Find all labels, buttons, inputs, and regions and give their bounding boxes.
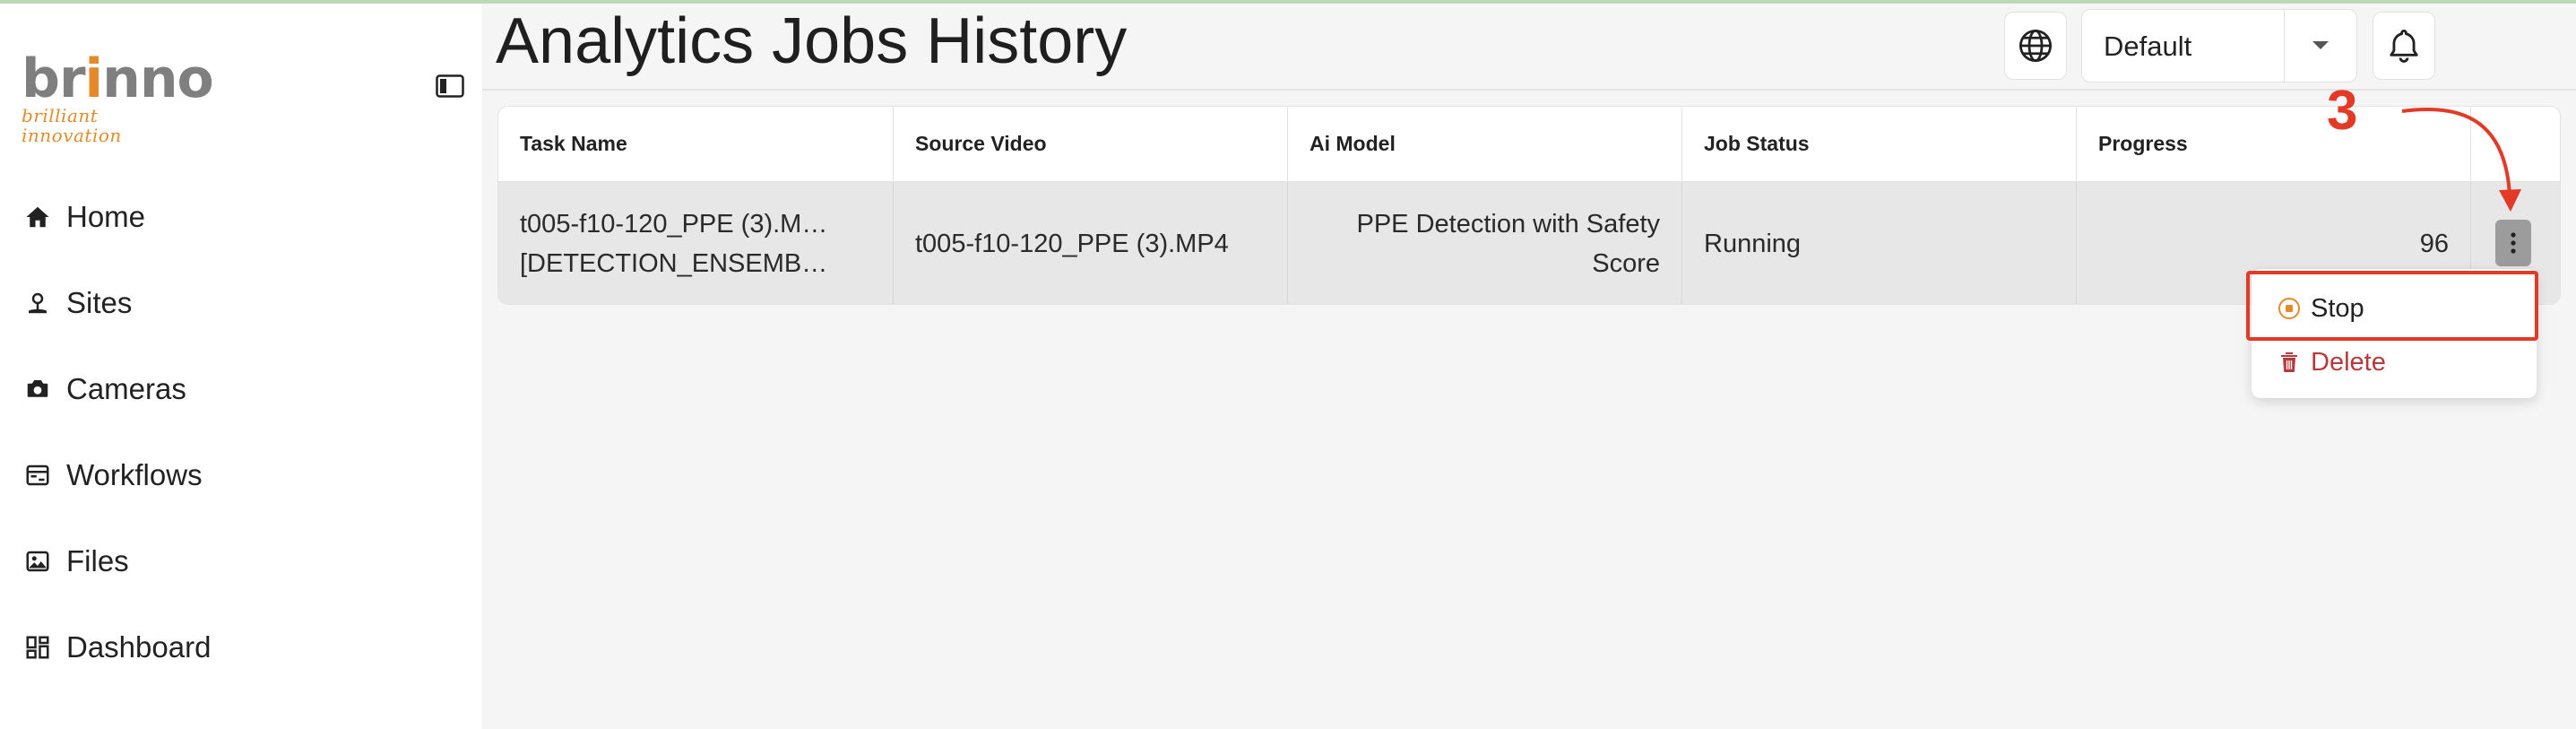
row-actions-button[interactable] — [2495, 220, 2531, 266]
bell-icon — [2390, 29, 2418, 63]
sidebar-item-home[interactable]: Home — [0, 174, 482, 260]
chevron-down-icon[interactable] — [2285, 10, 2356, 82]
column-label: Source Video — [915, 132, 1047, 155]
cell-job-status: Running — [1682, 182, 2077, 304]
dashboard-icon — [22, 631, 54, 664]
sidebar-item-files[interactable]: Files — [0, 518, 482, 604]
map-pin-icon — [22, 287, 54, 319]
sidebar-collapse-button[interactable] — [436, 74, 464, 99]
globe-icon — [2018, 29, 2053, 63]
row-actions-menu: Stop Delete — [2252, 269, 2537, 398]
workflow-icon — [22, 459, 54, 491]
job-status-text: Running — [1704, 230, 1802, 258]
column-label: Job Status — [1704, 132, 1810, 155]
column-header-task-name[interactable]: Task Name — [498, 107, 894, 181]
column-header-progress[interactable]: Progress — [2077, 107, 2471, 181]
table-header: Task Name Source Video Ai Model Job Stat… — [498, 107, 2560, 182]
home-icon — [22, 201, 54, 233]
cell-source-video: t005-f10-120_PPE (3).MP4 — [894, 182, 1288, 304]
menu-item-stop[interactable]: Stop — [2252, 283, 2537, 334]
column-header-ai-model[interactable]: Ai Model — [1288, 107, 1682, 181]
workspace-select-value: Default — [2104, 30, 2192, 62]
column-label: Ai Model — [1310, 132, 1396, 155]
cell-ai-model: PPE Detection with Safety Score — [1288, 182, 1682, 304]
camera-icon — [22, 373, 54, 405]
column-header-actions — [2471, 107, 2560, 181]
table-row[interactable]: t005-f10-120_PPE (3).MP4 [DETECTION_ENSE… — [498, 182, 2560, 304]
menu-item-delete[interactable]: Delete — [2252, 337, 2537, 387]
sidebar-item-label: Dashboard — [66, 630, 212, 664]
header-divider — [482, 89, 2576, 91]
column-header-job-status[interactable]: Job Status — [1682, 107, 2077, 181]
cell-task-name: t005-f10-120_PPE (3).MP4 [DETECTION_ENSE… — [498, 182, 894, 304]
sidebar-item-label: Files — [66, 544, 129, 577]
sidebar-item-label: Workflows — [66, 458, 203, 491]
menu-item-label: Stop — [2311, 293, 2364, 323]
task-name-line2: [DETECTION_ENSEMBLE_... — [520, 249, 829, 278]
task-name-line1: t005-f10-120_PPE (3).MP4 — [520, 210, 829, 239]
sidebar-toggle-icon — [436, 74, 464, 98]
image-icon — [22, 545, 54, 577]
menu-item-label: Delete — [2311, 347, 2386, 377]
sidebar-item-label: Cameras — [66, 372, 186, 405]
sidebar-item-label: Home — [66, 200, 146, 233]
progress-text: 96 — [2419, 230, 2449, 258]
workspace-select[interactable]: Default — [2081, 9, 2357, 82]
logo-word: brinno — [22, 48, 214, 110]
column-label: Progress — [2098, 132, 2188, 155]
ai-model-text: PPE Detection with Safety Score — [1356, 210, 1661, 278]
sidebar-nav: Home Sites Cameras Workflows Files Dashb… — [0, 174, 482, 690]
page-title: Analytics Jobs History — [496, 5, 1128, 77]
sidebar-item-workflows[interactable]: Workflows — [0, 432, 482, 518]
annotation-step-number: 3 — [2327, 80, 2358, 142]
sidebar-item-label: Sites — [66, 286, 133, 319]
stop-icon — [2277, 296, 2302, 321]
brinno-logo: brinno brilliant innovation — [22, 48, 214, 145]
source-video-text: t005-f10-120_PPE (3).MP4 — [915, 230, 1229, 258]
language-button[interactable] — [2004, 12, 2067, 80]
sidebar: brinno brilliant innovation Home Sites C… — [0, 4, 482, 729]
column-label: Task Name — [520, 132, 627, 155]
task-name-text: t005-f10-120_PPE (3).MP4 [DETECTION_ENSE… — [498, 204, 851, 283]
trash-icon — [2277, 350, 2302, 375]
notifications-button[interactable] — [2373, 12, 2435, 80]
more-vertical-icon — [2511, 232, 2516, 254]
sidebar-item-sites[interactable]: Sites — [0, 260, 482, 346]
column-header-source-video[interactable]: Source Video — [894, 107, 1288, 181]
sidebar-item-cameras[interactable]: Cameras — [0, 346, 482, 432]
logo-tagline: brilliant innovation — [22, 105, 122, 146]
sidebar-item-dashboard[interactable]: Dashboard — [0, 604, 482, 690]
